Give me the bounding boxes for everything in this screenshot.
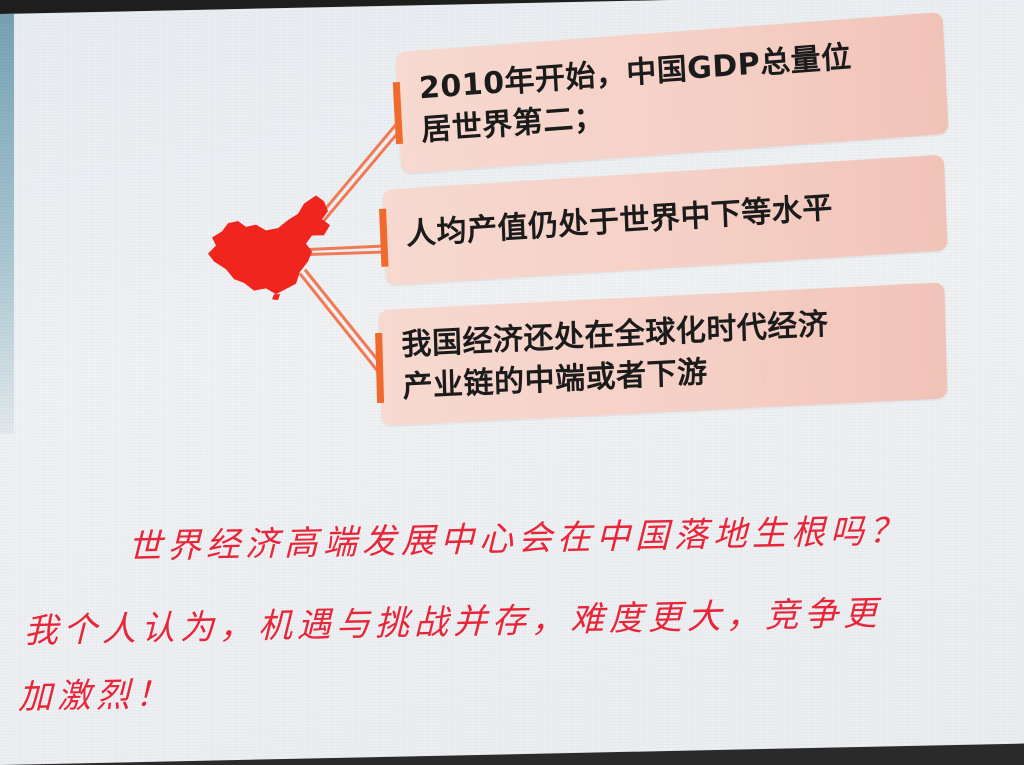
photo-frame: 2010年开始，中国GDP总量位 居世界第二； 人均产值仍处于世界中下等水平 我… <box>0 0 1024 765</box>
info-box-industry-chain: 我国经济还处在全球化时代经济 产业链的中端或者下游 <box>375 282 948 426</box>
info-box-industry-chain-text: 我国经济还处在全球化时代经济 产业链的中端或者下游 <box>401 307 829 405</box>
opinion-line-2: 加激烈！ <box>18 674 174 718</box>
box-accent-bar <box>375 332 385 404</box>
opinion-line-1: 我个人认为，机遇与挑战并存，难度更大，竞争更 <box>24 593 882 652</box>
info-box-gdp-text: 2010年开始，中国GDP总量位 居世界第二； <box>418 39 853 149</box>
info-box-gdp: 2010年开始，中国GDP总量位 居世界第二； <box>392 12 949 174</box>
slide-edge-decoration <box>0 13 14 435</box>
presentation-slide: 2010年开始，中国GDP总量位 居世界第二； 人均产值仍处于世界中下等水平 我… <box>0 0 1024 765</box>
china-map-icon <box>208 195 330 301</box>
info-box-per-capita-text: 人均产值仍处于世界中下等水平 <box>405 190 834 253</box>
info-box-per-capita: 人均产值仍处于世界中下等水平 <box>379 154 948 286</box>
box-accent-bar <box>379 208 389 267</box>
question-line: 世界经济高端发展中心会在中国落地生根吗？ <box>128 510 908 568</box>
box-accent-bar <box>392 81 403 145</box>
